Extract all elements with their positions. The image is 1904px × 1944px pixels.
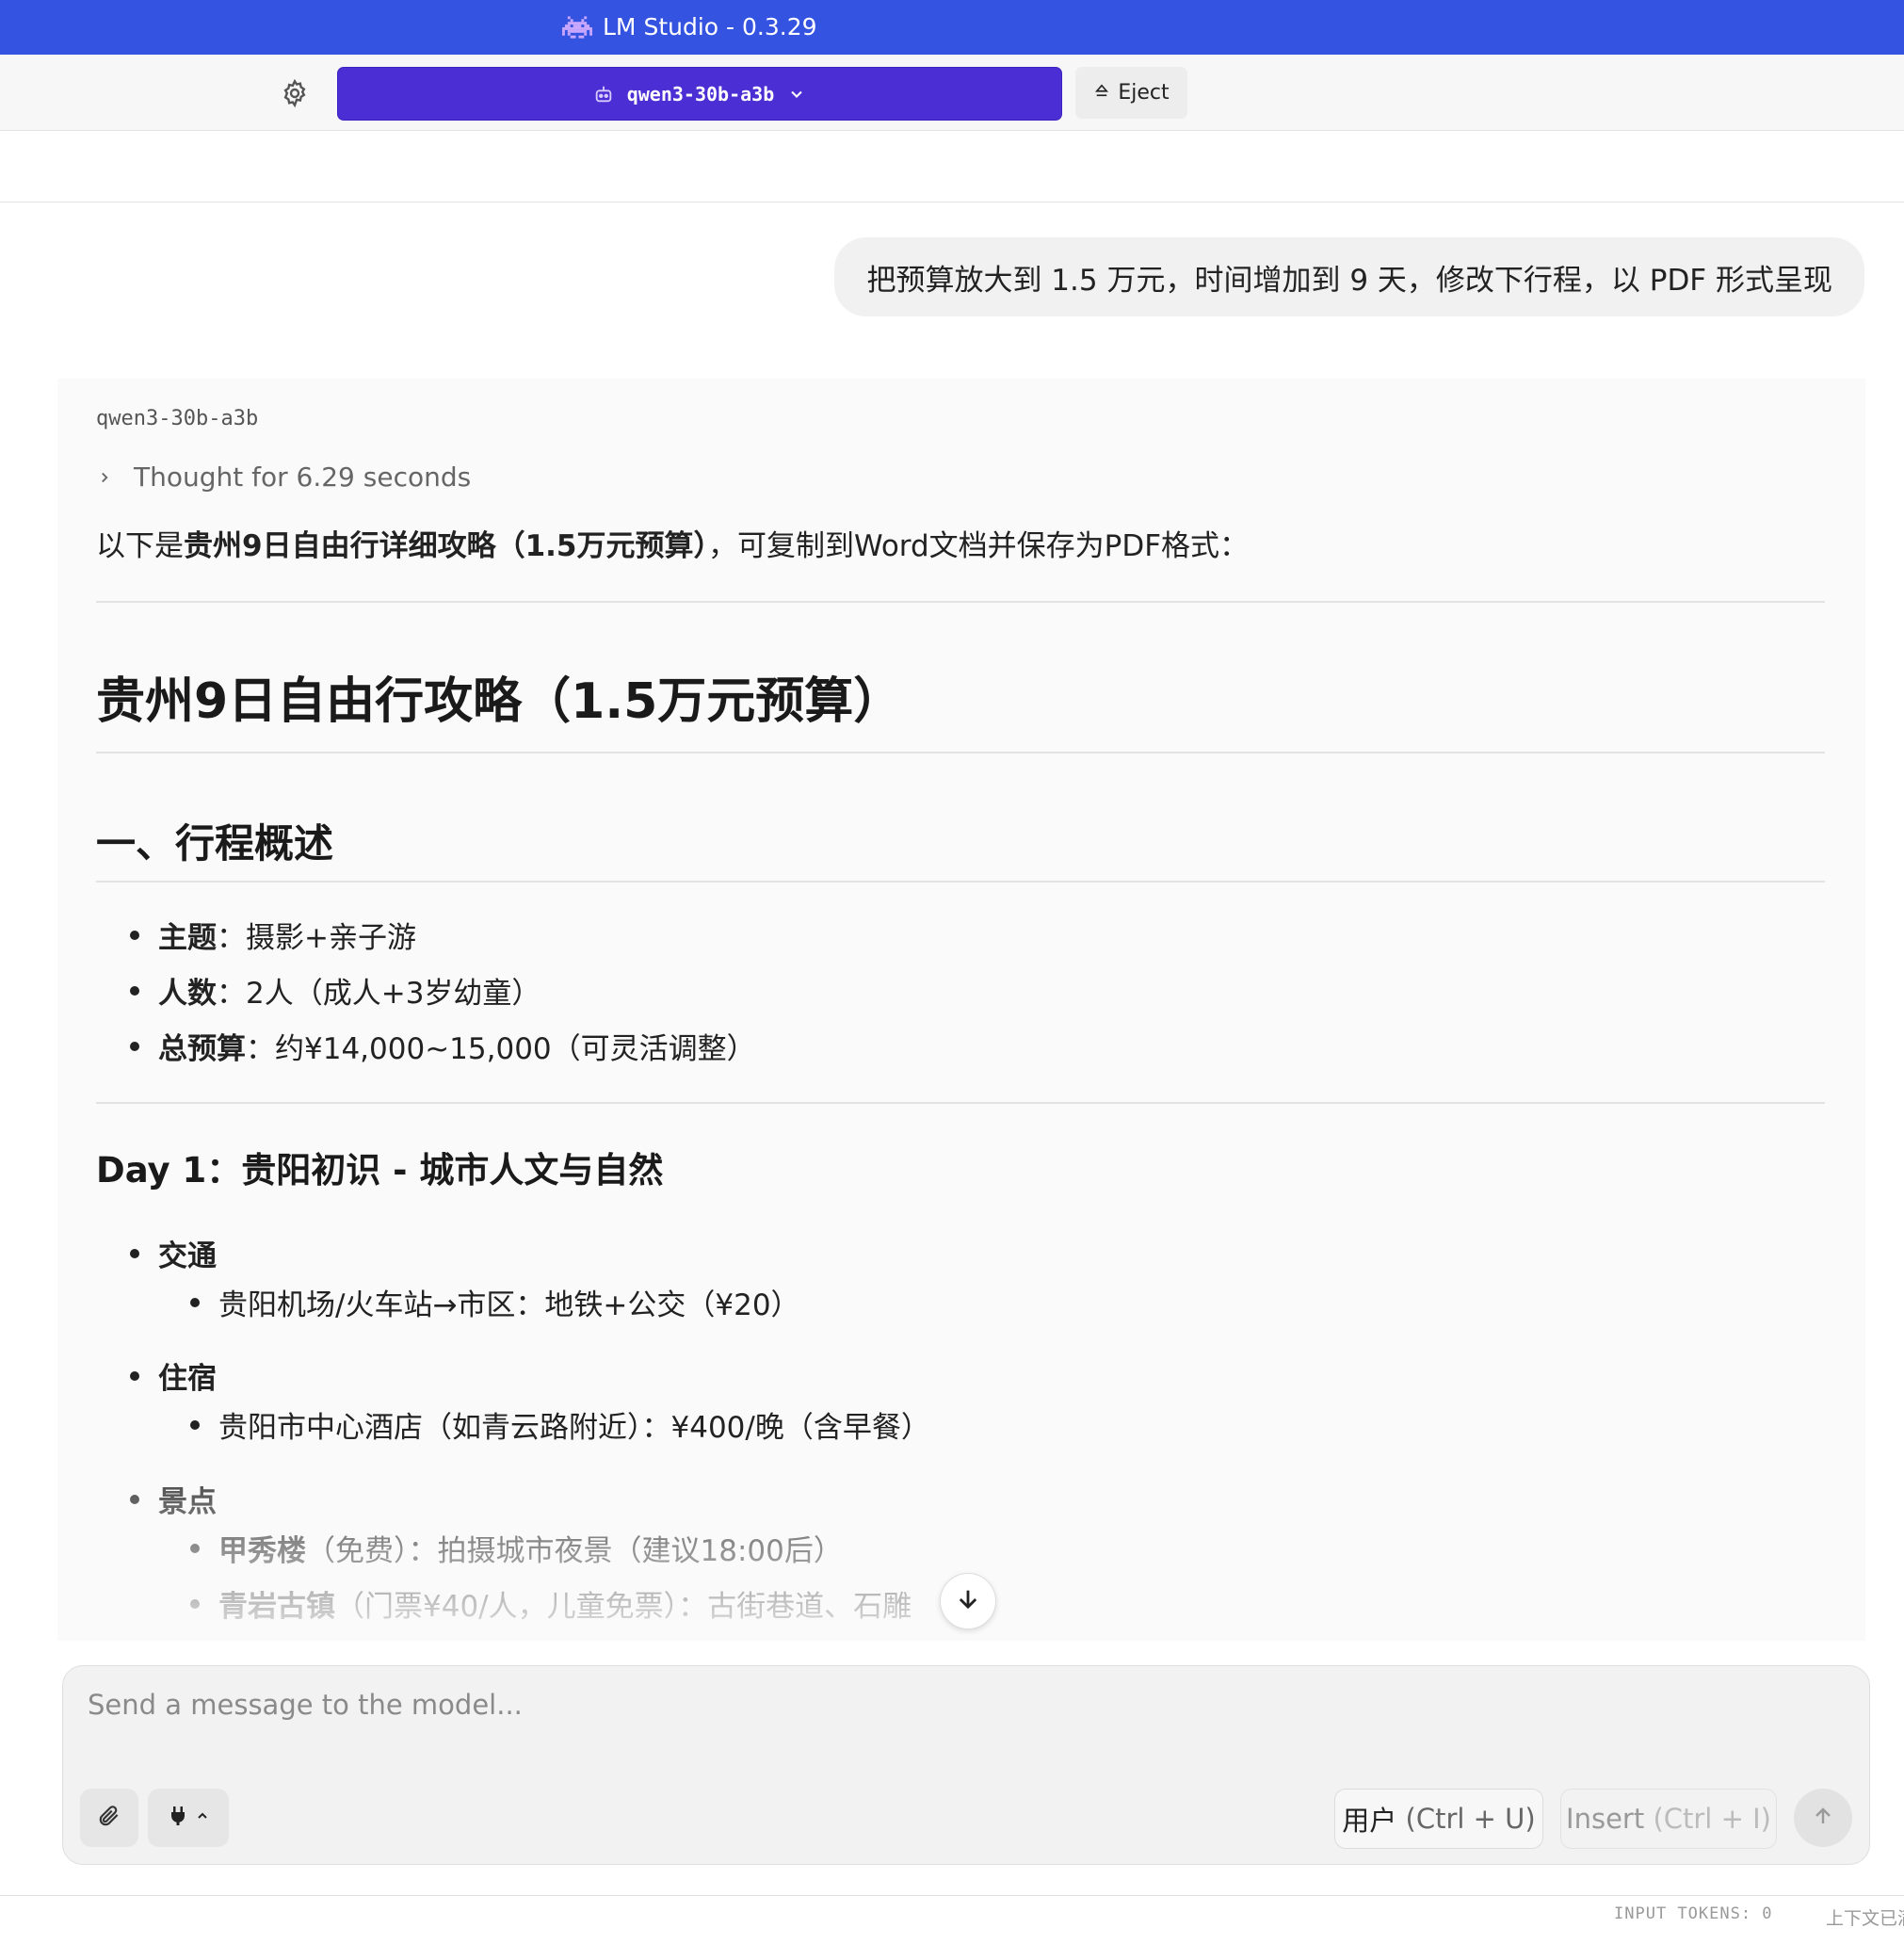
list-item: 甲秀楼 （免费）：拍摄城市夜景（建议18:00后） [190, 1527, 843, 1569]
list-item: 住宿 [130, 1354, 217, 1397]
insert-shortcut: (Ctrl + I) [1653, 1803, 1771, 1835]
item-label: 主题 [158, 921, 217, 955]
message-composer: 用户 (Ctrl + U) Insert (Ctrl + I) [62, 1665, 1870, 1865]
list-item: 主题 ：摄影+亲子游 [130, 914, 416, 956]
context-status: 上下文已满 [1826, 1908, 1904, 1929]
item-text: ：摄影+亲子游 [217, 921, 416, 955]
section-heading: 一、行程概述 [96, 820, 334, 867]
item-text: （门票¥40/人，儿童免票）：古街巷道、石雕 [335, 1590, 912, 1624]
chevron-up-icon [195, 1808, 210, 1827]
model-selector-label: qwen3-30b-a3b [626, 82, 775, 105]
chevron-down-icon [787, 85, 806, 104]
list-item: 贵阳机场/火车站→市区：地铁+公交（¥20） [190, 1281, 800, 1323]
item-text: 贵阳市中心酒店（如青云路附近）：¥400/晚（含早餐） [218, 1411, 930, 1445]
insert-button[interactable]: Insert (Ctrl + I) [1560, 1789, 1777, 1849]
list-item: 总预算 ：约¥14,000~15,000（可灵活调整） [130, 1025, 756, 1067]
model-toolbar: qwen3-30b-a3b Eject [0, 55, 1904, 131]
eject-button[interactable]: Eject [1075, 67, 1187, 119]
model-selector[interactable]: qwen3-30b-a3b [337, 67, 1062, 121]
eject-icon [1093, 81, 1110, 105]
list-item: 交通 [130, 1232, 217, 1274]
window-title: LM Studio - 0.3.29 [603, 13, 817, 40]
item-text: ：2人（成人+3岁幼童） [217, 977, 541, 1011]
title-bar: LM Studio - 0.3.29 [0, 0, 1904, 55]
thought-toggle[interactable]: Thought for 6.29 seconds [96, 462, 471, 493]
plug-icon [167, 1804, 189, 1832]
day-heading: Day 1：贵阳初识 - 城市人文与自然 [96, 1150, 664, 1191]
role-user-button[interactable]: 用户 (Ctrl + U) [1334, 1789, 1543, 1849]
item-label: 总预算 [158, 1032, 246, 1066]
user-message: 把预算放大到 1.5 万元，时间增加到 9 天，修改下行程，以 PDF 形式呈现 [834, 237, 1864, 316]
item-label: 人数 [158, 977, 217, 1011]
item-label: 景点 [158, 1485, 217, 1519]
paperclip-icon [97, 1804, 121, 1832]
item-label: 住宿 [158, 1362, 217, 1396]
item-text: （免费）：拍摄城市夜景（建议18:00后） [306, 1534, 843, 1568]
item-text: ：约¥14,000~15,000（可灵活调整） [246, 1032, 756, 1066]
intro-bold: 贵州9日自由行详细攻略（1.5万元预算） [184, 529, 708, 563]
robot-icon [593, 84, 614, 105]
divider [96, 601, 1825, 603]
attach-button[interactable] [80, 1789, 138, 1847]
intro-pre: 以下是 [96, 529, 184, 563]
thought-label: Thought for 6.29 seconds [134, 462, 472, 493]
list-item: 景点 [130, 1478, 217, 1520]
item-label: 青岩古镇 [218, 1590, 335, 1624]
assistant-model-name: qwen3-30b-a3b [96, 407, 259, 430]
chevron-right-icon [96, 462, 113, 493]
list-item: 青岩古镇 （门票¥40/人，儿童免票）：古街巷道、石雕 [190, 1582, 912, 1625]
scroll-to-bottom-button[interactable] [940, 1573, 996, 1629]
integrations-button[interactable] [148, 1789, 229, 1847]
divider [96, 752, 1825, 753]
role-shortcut: (Ctrl + U) [1405, 1803, 1536, 1835]
divider [96, 881, 1825, 883]
input-token-count: INPUT TOKENS: 0 [1614, 1904, 1773, 1923]
space-invader-icon [562, 14, 592, 40]
assistant-message: qwen3-30b-a3b Thought for 6.29 seconds 以… [57, 379, 1865, 1641]
gear-icon[interactable] [280, 78, 310, 108]
intro-post: ，可复制到Word文档并保存为PDF格式： [707, 529, 1250, 563]
footer-divider [0, 1895, 1904, 1896]
list-item: 人数 ：2人（成人+3岁幼童） [130, 969, 541, 1012]
item-label: 交通 [158, 1239, 217, 1273]
user-message-text: 把预算放大到 1.5 万元，时间增加到 9 天，修改下行程，以 PDF 形式呈现 [866, 263, 1832, 298]
list-item: 贵阳市中心酒店（如青云路附近）：¥400/晚（含早餐） [190, 1403, 930, 1446]
divider [96, 1102, 1825, 1104]
message-input[interactable] [86, 1687, 1841, 1766]
item-text: 贵阳机场/火车站→市区：地铁+公交（¥20） [218, 1288, 800, 1322]
send-button[interactable] [1794, 1789, 1852, 1847]
doc-title: 贵州9日自由行攻略（1.5万元预算） [96, 673, 903, 730]
intro-paragraph: 以下是贵州9日自由行详细攻略（1.5万元预算），可复制到Word文档并保存为PD… [96, 522, 1249, 564]
arrow-down-icon [955, 1586, 981, 1616]
role-label: 用户 [1342, 1805, 1397, 1837]
arrow-up-icon [1812, 1805, 1834, 1831]
eject-label: Eject [1118, 81, 1170, 105]
item-label: 甲秀楼 [218, 1534, 306, 1568]
insert-label: Insert [1566, 1803, 1645, 1835]
